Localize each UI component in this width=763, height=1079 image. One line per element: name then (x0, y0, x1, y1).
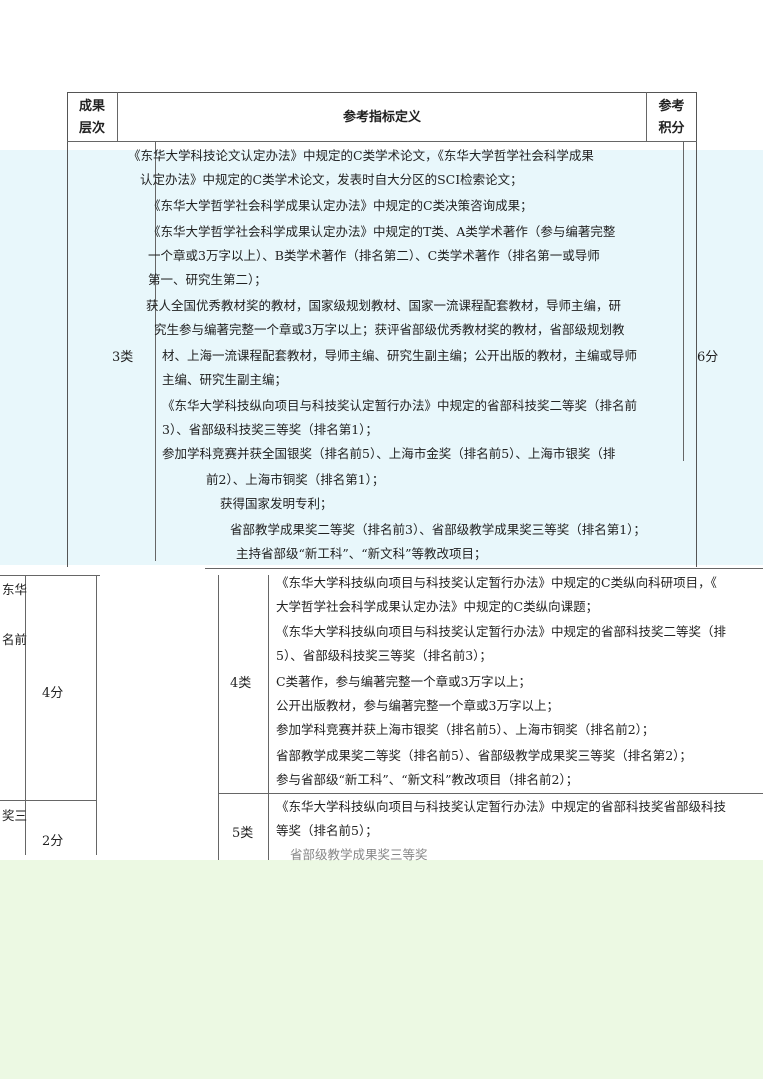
row3-line-5: 一个章或3万字以上）、B类学术著作（排名第二）、C类学术著作（排名第一或导师 (148, 248, 600, 263)
row3-line-7: 获人全国优秀教材奖的教材，国家级规划教材、国家一流课程配套教材，导师主编，研 (146, 298, 622, 313)
header-level-line2: 层次 (78, 121, 105, 136)
row4-score: 4分 (42, 686, 64, 701)
lower-divider-left (218, 575, 219, 860)
row4-line-2: 大学哲学社会科学成果认定办法》中规定的C类纵向课题； (276, 599, 599, 614)
row4-line-6: 公开出版教材，参与编著完整一个章或3万字以上； (276, 698, 559, 713)
row3-divider-right (683, 141, 684, 461)
row4-line-8: 省部教学成果奖二等奖（排名前5）、省部级教学成果奖三等奖（排名第2）； (276, 748, 692, 763)
row3-line-10: 主编、研究生副主编； (162, 372, 288, 387)
row5-line-3: 省部级教学成果奖三等奖 (290, 847, 428, 862)
lower-divider-right (268, 575, 269, 860)
header-level: 成果 层次 (68, 96, 116, 140)
row3-score: 6分 (697, 350, 719, 365)
row4-line-3: 《东华大学科技纵向项目与科技奖认定暂行办法》中规定的省部科技奖二等奖（排 (276, 624, 727, 639)
header-score-line1: 参考 (658, 99, 685, 114)
row3-line-14: 前2）、上海市铜奖（排名第1）； (206, 472, 385, 487)
row3-line-2: 认定办法》中规定的C类学术论文，发表时自大分区的SCI检索论文； (140, 172, 523, 187)
row3-level: 3类 (112, 350, 134, 365)
left-fragment-row-border (0, 800, 96, 801)
row3-line-12: 3）、省部级科技奖三等奖（排名第1）； (162, 422, 378, 437)
lower-table-top-border (205, 568, 763, 569)
row4-line-1: 《东华大学科技纵向项目与科技奖认定暂行办法》中规定的C类纵向科研项目，《 (276, 575, 717, 590)
row3-line-9: 材、上海一流课程配套教材，导师主编、研究生副主编；公开出版的教材，主编或导师 (162, 348, 638, 363)
left-fragment-divider-2 (96, 575, 97, 855)
row5-score: 2分 (42, 834, 64, 849)
header-score-line2: 积分 (658, 121, 685, 136)
row3-line-1: 《东华大学科技论文认定办法》中规定的C类学术论文，《东华大学哲学社会科学成果 (128, 148, 594, 163)
row5-line-1: 《东华大学科技纵向项目与科技奖认定暂行办法》中规定的省部科技奖省部级科技 (276, 799, 727, 814)
header-level-line1: 成果 (78, 99, 105, 114)
row3-line-3: 《东华大学哲学社会科学成果认定办法》中规定的C类决策咨询成果； (148, 198, 533, 213)
row3-line-4: 《东华大学哲学社会科学成果认定办法》中规定的T类、A类学术著作（参与编著完整 (148, 224, 616, 239)
page-bottom-background (0, 860, 763, 1079)
row3-line-6: 第一、研究生第二）； (148, 272, 267, 287)
row3-line-17: 主持省部级“新工科”、“新文科”等教改项目； (236, 546, 487, 561)
row3-line-11: 《东华大学科技纵向项目与科技奖认定暂行办法》中规定的省部科技奖二等奖（排名前 (162, 398, 638, 413)
header-score: 参考 积分 (647, 96, 696, 140)
row3-line-16: 省部教学成果奖二等奖（排名前3）、省部级教学成果奖三等奖（排名第1）； (230, 522, 646, 537)
row5-left-fragment: 奖三 (2, 808, 28, 823)
row5-level: 5类 (232, 826, 254, 841)
header-definition: 参考指标定义 (342, 110, 421, 125)
row4-line-7: 参加学科竞赛并获上海市银奖（排名前5）、上海市铜奖（排名前2）； (276, 722, 655, 737)
row4-level: 4类 (230, 676, 252, 691)
row4-left-fragment-1: 东华 (2, 582, 28, 597)
row3-line-15: 获得国家发明专利； (220, 496, 333, 511)
row4-row5-border (218, 793, 763, 794)
row4-line-5: C类著作，参与编著完整一个章或3万字以上； (276, 674, 532, 689)
row3-line-13: 参加学科竞赛并获全国银奖（排名前5）、上海市金奖（排名前5）、上海市银奖（排 (162, 446, 616, 461)
row4-line-4: 5）、省部级科技奖三等奖（排名前3）； (276, 648, 492, 663)
row4-line-9: 参与省部级“新工科”、“新文科”教改项目（排名前2）； (276, 772, 579, 787)
row5-line-2: 等奖（排名前5）； (276, 823, 378, 838)
row4-left-fragment-2: 名前 (2, 632, 28, 647)
row3-line-8: 究生参与编著完整一个章或3万字以上；获评省部级优秀教材奖的教材，省部级规划教 (154, 322, 625, 337)
header-bottom-border (67, 141, 697, 142)
left-fragment-top-border (0, 575, 100, 576)
